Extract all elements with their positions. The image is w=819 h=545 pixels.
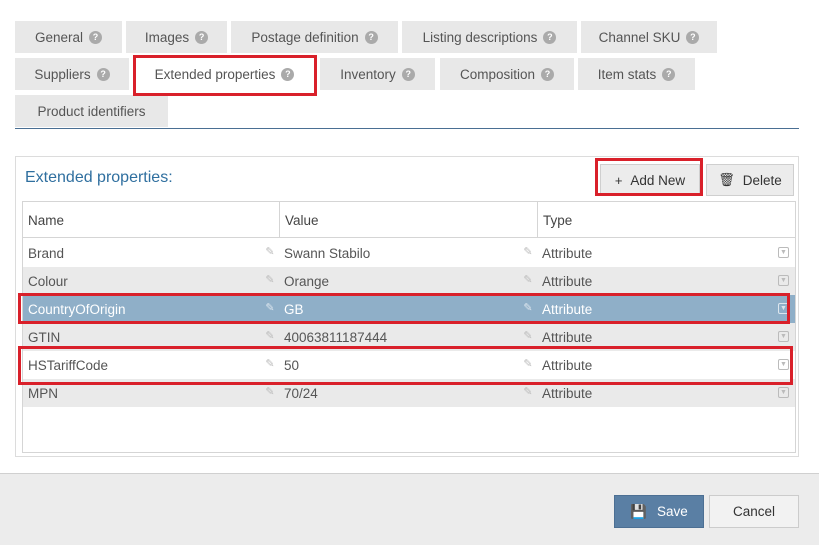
tab-channel-sku[interactable]: Channel SKU? [581, 21, 717, 53]
edit-icon[interactable]: ✎ [264, 386, 276, 398]
type-cell[interactable]: Attribute [537, 351, 795, 379]
properties-grid: Name Value Type Brand ✎ Swann Stabilo ✎ … [22, 201, 796, 453]
panel-title: Extended properties: [25, 169, 173, 186]
tab-listing-descriptions[interactable]: Listing descriptions? [402, 21, 577, 53]
column-header-type[interactable]: Type [538, 202, 795, 238]
name-cell[interactable]: Brand [23, 239, 279, 267]
table-row[interactable]: Colour ✎ Orange ✎ Attribute ▼ [23, 267, 795, 295]
dropdown-icon[interactable]: ▼ [778, 387, 789, 398]
cancel-label: Cancel [732, 504, 776, 519]
name-cell[interactable]: Colour [23, 267, 279, 295]
table-row-selected[interactable]: CountryOfOrigin ✎ GB ✎ Attribute ▼ [23, 295, 795, 323]
tab-bar: General? Images? Postage definition? Lis… [15, 21, 799, 129]
dropdown-icon[interactable]: ▼ [778, 275, 789, 286]
value-cell[interactable]: 40063811187444 [279, 323, 537, 351]
type-cell[interactable]: Attribute [537, 295, 795, 323]
name-cell[interactable]: MPN [23, 379, 279, 407]
dropdown-icon[interactable]: ▼ [778, 359, 789, 370]
value-cell[interactable]: GB [279, 295, 537, 323]
dropdown-icon[interactable]: ▼ [778, 303, 789, 314]
help-icon[interactable]: ? [541, 67, 555, 81]
tab-label: Inventory [340, 66, 396, 82]
tab-label: Suppliers [34, 66, 91, 82]
type-cell[interactable]: Attribute [537, 379, 795, 407]
help-icon[interactable]: ? [662, 67, 676, 81]
save-label: Save [657, 504, 688, 519]
type-cell[interactable]: Attribute [537, 267, 795, 295]
plus-icon: + [614, 172, 623, 188]
name-cell[interactable]: HSTariffCode [23, 351, 279, 379]
tab-label: Item stats [597, 66, 657, 82]
edit-icon[interactable]: ✎ [522, 302, 534, 314]
tabs-divider [15, 128, 799, 129]
tab-label: Channel SKU [598, 29, 681, 45]
delete-label: Delete [742, 172, 782, 188]
column-header-name[interactable]: Name [23, 202, 279, 238]
cancel-button[interactable]: Cancel [709, 495, 799, 528]
type-cell[interactable]: Attribute [537, 323, 795, 351]
save-icon: 💾 [630, 503, 648, 519]
tab-extended-properties[interactable]: Extended properties? [135, 58, 314, 90]
edit-icon[interactable]: ✎ [522, 330, 534, 342]
edit-icon[interactable]: ✎ [264, 330, 276, 342]
edit-icon[interactable]: ✎ [522, 386, 534, 398]
grid-header: Name Value Type [23, 202, 795, 238]
value-cell[interactable]: 70/24 [279, 379, 537, 407]
extended-properties-panel: Extended properties: + Add New 🗑 Delete … [15, 156, 799, 457]
edit-icon[interactable]: ✎ [522, 358, 534, 370]
tab-label: Composition [459, 66, 536, 82]
save-button[interactable]: 💾 Save [614, 495, 704, 528]
edit-icon[interactable]: ✎ [264, 246, 276, 258]
name-cell[interactable]: CountryOfOrigin [23, 295, 279, 323]
edit-icon[interactable]: ✎ [522, 274, 534, 286]
tab-product-identifiers[interactable]: Product identifiers [15, 95, 168, 127]
name-cell[interactable]: GTIN [23, 323, 279, 351]
tab-inventory[interactable]: Inventory? [320, 58, 435, 90]
edit-icon[interactable]: ✎ [264, 274, 276, 286]
help-icon[interactable]: ? [686, 30, 700, 44]
dropdown-icon[interactable]: ▼ [778, 331, 789, 342]
value-cell[interactable]: 50 [279, 351, 537, 379]
edit-icon[interactable]: ✎ [264, 302, 276, 314]
product-editor-dialog: General? Images? Postage definition? Lis… [0, 0, 819, 545]
column-header-value[interactable]: Value [280, 202, 537, 238]
help-icon[interactable]: ? [364, 30, 378, 44]
tab-label: Extended properties [154, 66, 276, 82]
delete-button[interactable]: 🗑 Delete [706, 164, 794, 196]
help-icon[interactable]: ? [89, 30, 103, 44]
table-row[interactable]: HSTariffCode ✎ 50 ✎ Attribute ▼ [23, 351, 795, 379]
tab-postage-definition[interactable]: Postage definition? [231, 21, 398, 53]
help-icon[interactable]: ? [401, 67, 415, 81]
value-cell[interactable]: Swann Stabilo [279, 239, 537, 267]
tab-label: Postage definition [251, 29, 359, 45]
tab-composition[interactable]: Composition? [440, 58, 574, 90]
trash-icon: 🗑 [718, 172, 735, 187]
dropdown-icon[interactable]: ▼ [778, 247, 789, 258]
value-cell[interactable]: Orange [279, 267, 537, 295]
tab-suppliers[interactable]: Suppliers? [15, 58, 129, 90]
help-icon[interactable]: ? [281, 67, 295, 81]
tab-label: General [34, 29, 84, 45]
help-icon[interactable]: ? [96, 67, 110, 81]
type-cell[interactable]: Attribute [537, 239, 795, 267]
tab-label: Product identifiers [37, 103, 146, 119]
tab-general[interactable]: General? [15, 21, 122, 53]
add-new-button[interactable]: + Add New [600, 164, 700, 196]
tab-label: Images [144, 29, 190, 45]
tab-item-stats[interactable]: Item stats? [578, 58, 695, 90]
edit-icon[interactable]: ✎ [522, 246, 534, 258]
edit-icon[interactable]: ✎ [264, 358, 276, 370]
tab-label: Listing descriptions [422, 29, 538, 45]
help-icon[interactable]: ? [195, 30, 209, 44]
add-new-label: Add New [630, 172, 686, 188]
tab-images[interactable]: Images? [126, 21, 227, 53]
help-icon[interactable]: ? [543, 30, 557, 44]
table-row[interactable]: Brand ✎ Swann Stabilo ✎ Attribute ▼ [23, 239, 795, 267]
table-row[interactable]: GTIN ✎ 40063811187444 ✎ Attribute ▼ [23, 323, 795, 351]
table-row[interactable]: MPN ✎ 70/24 ✎ Attribute ▼ [23, 379, 795, 407]
